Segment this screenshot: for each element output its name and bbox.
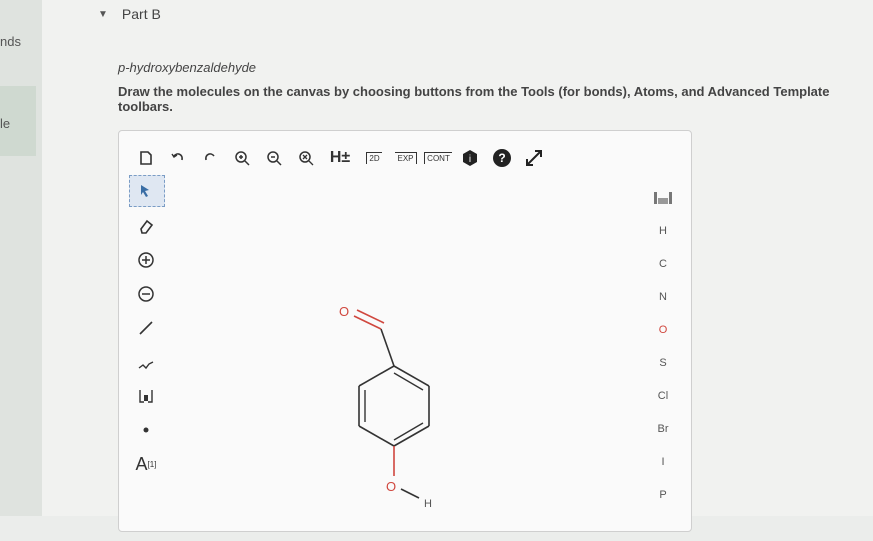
atom-button-p[interactable]: P (643, 478, 683, 511)
bond-line (400, 488, 420, 499)
atom-button-n[interactable]: N (643, 280, 683, 313)
select-lasso-tool[interactable] (129, 175, 165, 207)
single-bond-icon[interactable] (129, 313, 163, 343)
zoom-out-icon[interactable] (261, 146, 287, 170)
2d-clean-button[interactable]: 2D (361, 146, 387, 170)
top-toolbar: H± 2D EXP CONT i ? (133, 145, 547, 171)
double-bond-inner (393, 372, 424, 391)
atom-button-s[interactable]: S (643, 346, 683, 379)
positive-charge-icon[interactable] (129, 245, 163, 275)
svg-text:?: ? (498, 151, 505, 165)
left-nav: nds le (0, 0, 42, 516)
part-title: Part B (121, 6, 161, 22)
atom-button-cl[interactable]: Cl (643, 379, 683, 412)
atom-button-i[interactable]: I (643, 445, 683, 478)
atom-label-hydrogen[interactable]: H (424, 498, 432, 510)
hydrogen-toggle-button[interactable]: H± (325, 146, 355, 170)
text-tool-button[interactable]: A [1] (129, 449, 163, 479)
left-nav-item-label: le (0, 116, 11, 131)
atom-toolbar: H C N O S Cl Br I P (643, 181, 683, 511)
expand-button[interactable]: EXP (393, 146, 419, 170)
atom-button-br[interactable]: Br (643, 412, 683, 445)
eraser-icon[interactable] (129, 211, 163, 241)
bond-line (358, 425, 395, 447)
svg-text:i: i (469, 154, 471, 165)
atom-button-c[interactable]: C (643, 247, 683, 280)
left-toolbar: A [1] (129, 175, 169, 483)
periodic-table-icon[interactable] (643, 181, 683, 214)
bond-line (358, 365, 395, 387)
fullscreen-icon[interactable] (521, 146, 547, 170)
template-tool-icon[interactable] (129, 381, 163, 411)
redo-icon[interactable] (197, 146, 223, 170)
bond-line (380, 328, 395, 367)
undo-icon[interactable] (165, 146, 191, 170)
negative-charge-icon[interactable] (129, 279, 163, 309)
atom-button-o[interactable]: O (643, 313, 683, 346)
atom-label-oxygen[interactable]: O (386, 479, 396, 494)
zoom-reset-icon[interactable] (293, 146, 319, 170)
molecule-name: p-hydroxybenzaldehyde (118, 60, 257, 75)
left-nav-item[interactable]: nds (0, 34, 36, 49)
drawing-canvas[interactable]: O O H (269, 301, 599, 541)
new-document-icon[interactable] (133, 146, 159, 170)
zoom-in-icon[interactable] (229, 146, 255, 170)
carbonyl-bond (353, 315, 382, 330)
chem-editor: H± 2D EXP CONT i ? A [1] H C N O S Cl Br… (118, 130, 692, 532)
chain-tool-icon[interactable] (129, 347, 163, 377)
info-icon[interactable]: i (457, 146, 483, 170)
instruction-text: Draw the molecules on the canvas by choo… (118, 84, 830, 114)
caret-down-icon: ▼ (98, 8, 108, 20)
radical-dot-icon[interactable] (129, 415, 163, 445)
contract-button[interactable]: CONT (424, 146, 452, 170)
atom-label-oxygen[interactable]: O (339, 304, 349, 319)
left-nav-item-active[interactable]: le (0, 86, 36, 156)
help-icon[interactable]: ? (489, 146, 515, 170)
carbonyl-bond (356, 309, 385, 324)
atom-button-h[interactable]: H (643, 214, 683, 247)
part-header[interactable]: ▼ Part B (98, 6, 161, 22)
